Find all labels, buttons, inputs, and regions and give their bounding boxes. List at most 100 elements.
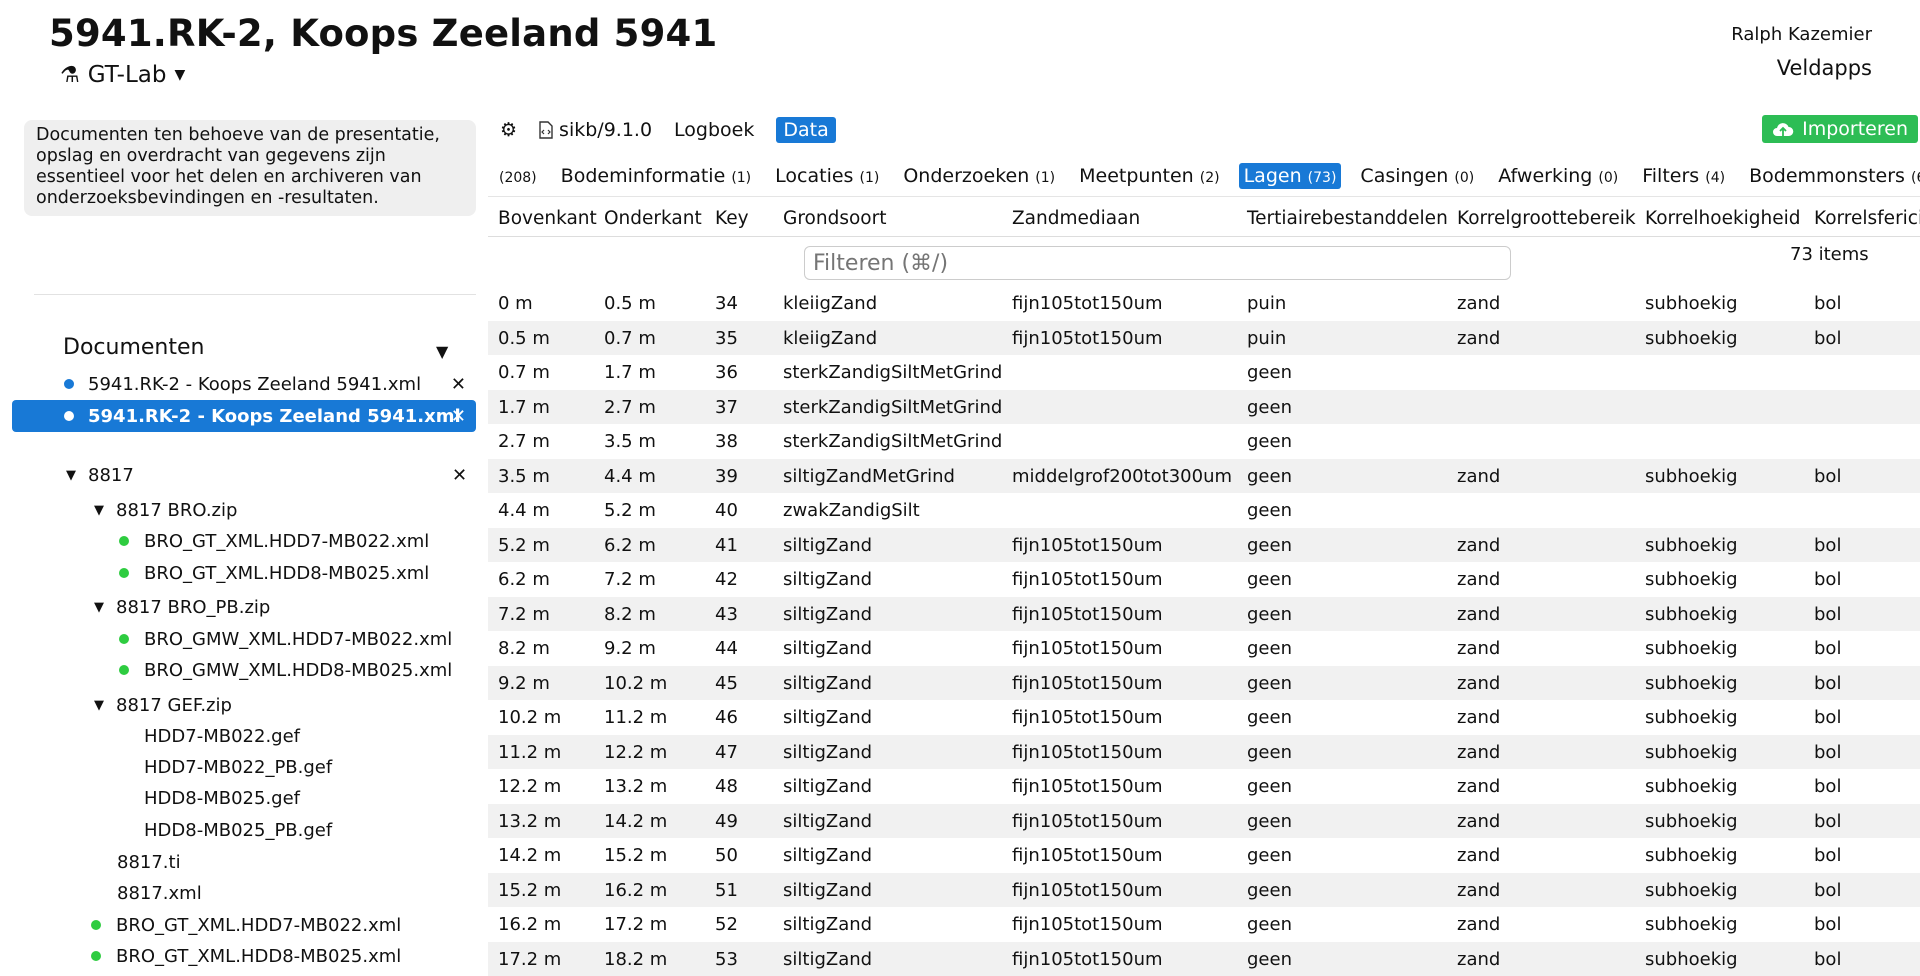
tree-file[interactable]: BRO_GT_XML.HDD8-MB025.xml [119,560,429,586]
tab-locaties[interactable]: Locaties (1) [770,163,884,189]
table-cell: 8.2 m [498,638,550,659]
tab-casingen[interactable]: Casingen (0) [1355,163,1479,189]
table-cell: bol [1814,328,1841,349]
table-row[interactable]: 5.2 m6.2 m41siltigZandfijn105tot150umgee… [488,528,1920,563]
caret-down-icon[interactable]: ▼ [436,342,448,361]
table-row[interactable]: 0 m0.5 m34kleiigZandfijn105tot150umpuinz… [488,286,1920,321]
table-row[interactable]: 17.2 m18.2 m53siltigZandfijn105tot150umg… [488,942,1920,976]
document-item-selected[interactable]: 5941.RK-2 - Koops Zeeland 5941.xml ✕ [12,400,476,432]
tree-file[interactable]: 8817.ti [117,849,181,875]
close-icon[interactable]: ✕ [452,462,467,488]
user-name[interactable]: Ralph Kazemier [1731,24,1872,45]
table-row[interactable]: 15.2 m16.2 m51siltigZandfijn105tot150umg… [488,873,1920,908]
tab-bodeminformatie[interactable]: Bodeminformatie (1) [556,163,757,189]
column-header[interactable]: Korrelhoekigheid [1645,208,1801,229]
table-cell: subhoekig [1645,811,1738,832]
tree-file[interactable]: BRO_GT_XML.HDD7-MB022.xml [119,528,429,554]
column-header[interactable]: Key [715,208,749,229]
table-row[interactable]: 14.2 m15.2 m50siltigZandfijn105tot150umg… [488,838,1920,873]
tree-file[interactable]: BRO_GMW_XML.HDD7-MB022.xml [119,626,452,652]
document-item[interactable]: 5941.RK-2 - Koops Zeeland 5941.xml ✕ [12,368,476,400]
tree-folder-gef-zip[interactable]: ▼ 8817 GEF.zip [94,692,232,718]
gear-icon[interactable]: ⚙ [500,119,517,141]
version-selector[interactable]: sikb/9.1.0 [539,119,652,141]
table-row[interactable]: 2.7 m3.5 m38sterkZandigSiltMetGrindgeen [488,424,1920,459]
column-header[interactable]: Tertiairebestanddelen [1247,208,1448,229]
table-row[interactable]: 9.2 m10.2 m45siltigZandfijn105tot150umge… [488,666,1920,701]
table-row[interactable]: 1.7 m2.7 m37sterkZandigSiltMetGrindgeen [488,390,1920,425]
table-cell: bol [1814,880,1841,901]
tree-file[interactable]: HDD7-MB022.gef [144,723,300,749]
column-header[interactable]: Bovenkant [498,208,597,229]
table-row[interactable]: 12.2 m13.2 m48siltigZandfijn105tot150umg… [488,769,1920,804]
tree-file[interactable]: HDD8-MB025_PB.gef [144,817,332,843]
table-cell: 46 [715,707,738,728]
tree-folder-bro-pb-zip[interactable]: ▼ 8817 BRO_PB.zip [94,594,270,620]
table-row[interactable]: 10.2 m11.2 m46siltigZandfijn105tot150umg… [488,700,1920,735]
tree-folder-8817[interactable]: ▼ 8817 [66,462,134,488]
tree-file[interactable]: HDD8-MB025.gef [144,785,300,811]
table-cell: bol [1814,638,1841,659]
table-cell: geen [1247,811,1292,832]
tree-label: 8817 BRO.zip [116,500,237,521]
caret-down-icon[interactable]: ▼ [66,468,88,483]
lab-selector[interactable]: ⚗ GT-Lab ▼ [60,62,185,88]
caret-down-icon[interactable]: ▼ [94,698,116,713]
table-row[interactable]: 4.4 m5.2 m40zwakZandigSiltgeen [488,493,1920,528]
table-cell: 18.2 m [604,949,667,970]
table-header: Bovenkant Onderkant Key Grondsoort Zandm… [488,200,1920,236]
table-row[interactable]: 6.2 m7.2 m42siltigZandfijn105tot150umgee… [488,562,1920,597]
tab-filters[interactable]: Filters (4) [1637,163,1730,189]
table-cell: 15.2 m [498,880,561,901]
tab-data[interactable]: Data [776,117,835,143]
column-header[interactable]: Onderkant [604,208,702,229]
import-button[interactable]: Importeren [1762,115,1918,143]
column-header[interactable]: Zandmediaan [1012,208,1140,229]
caret-down-icon[interactable]: ▼ [94,600,116,615]
tree-file[interactable]: BRO_GT_XML.HDD8-MB025.xml [91,943,401,969]
table-row[interactable]: 3.5 m4.4 m39siltigZandMetGrindmiddelgrof… [488,459,1920,494]
table-cell: subhoekig [1645,638,1738,659]
table-row[interactable]: 11.2 m12.2 m47siltigZandfijn105tot150umg… [488,735,1920,770]
tab-lagen[interactable]: Lagen (73) [1239,163,1342,189]
close-icon[interactable]: ✕ [451,406,466,427]
column-header[interactable]: Korrelsfericiteit [1814,208,1920,229]
caret-down-icon[interactable]: ▼ [94,503,116,518]
table-row[interactable]: 7.2 m8.2 m43siltigZandfijn105tot150umgee… [488,597,1920,632]
tree-folder-bro-zip[interactable]: ▼ 8817 BRO.zip [94,497,237,523]
table-cell: bol [1814,707,1841,728]
tab-logboek[interactable]: Logboek [674,119,754,141]
table-cell: 9.2 m [604,638,656,659]
table-row[interactable]: 13.2 m14.2 m49siltigZandfijn105tot150umg… [488,804,1920,839]
info-box: Documenten ten behoeve van de presentati… [24,120,476,216]
table-cell: geen [1247,742,1292,763]
tab-bodemmonsters[interactable]: Bodemmonsters (63) [1744,163,1920,189]
caret-down-icon: ▼ [174,67,185,83]
tab-afwerking[interactable]: Afwerking (0) [1493,163,1623,189]
table-cell: 11.2 m [604,707,667,728]
table-row[interactable]: 0.5 m0.7 m35kleiigZandfijn105tot150umpui… [488,321,1920,356]
tab-all[interactable]: (208) [494,163,542,189]
tree-file[interactable]: 8817.xml [117,880,202,906]
table-row[interactable]: 0.7 m1.7 m36sterkZandigSiltMetGrindgeen [488,355,1920,390]
filter-input[interactable] [804,246,1511,280]
table-body: 0 m0.5 m34kleiigZandfijn105tot150umpuinz… [488,286,1920,976]
table-row[interactable]: 16.2 m17.2 m52siltigZandfijn105tot150umg… [488,907,1920,942]
close-icon[interactable]: ✕ [451,374,466,395]
tree-file[interactable]: HDD7-MB022_PB.gef [144,754,332,780]
table-row[interactable]: 8.2 m9.2 m44siltigZandfijn105tot150umgee… [488,631,1920,666]
app-name[interactable]: Veldapps [1777,56,1872,80]
table-cell: zand [1457,673,1500,694]
tab-onderzoeken[interactable]: Onderzoeken (1) [898,163,1060,189]
column-header[interactable]: Korrelgroottebereik [1457,208,1636,229]
status-dot [91,951,101,961]
tree-label: 8817 GEF.zip [116,695,232,716]
column-header[interactable]: Grondsoort [783,208,886,229]
tree-file[interactable]: BRO_GT_XML.HDD7-MB022.xml [91,912,401,938]
tab-bar: (208) Bodeminformatie (1) Locaties (1) O… [494,160,1920,192]
table-cell: zand [1457,535,1500,556]
table-cell: 52 [715,914,738,935]
table-cell: subhoekig [1645,742,1738,763]
tab-meetpunten[interactable]: Meetpunten (2) [1074,163,1224,189]
tree-file[interactable]: BRO_GMW_XML.HDD8-MB025.xml [119,657,452,683]
